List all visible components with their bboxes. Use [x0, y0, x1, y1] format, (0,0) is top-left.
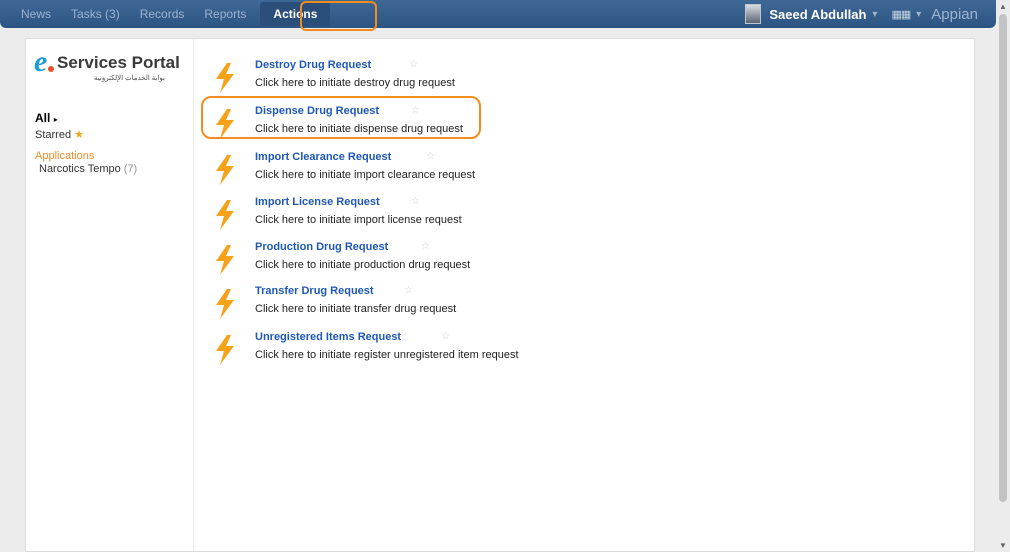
filter-starred[interactable]: Starred ★	[35, 128, 84, 141]
lightning-bolt-icon	[216, 245, 234, 275]
logo-text: Services Portal	[57, 53, 180, 72]
lightning-bolt-icon	[216, 155, 234, 185]
main-nav: News Tasks (3) Records Reports Actions	[0, 0, 331, 28]
scroll-down-icon[interactable]: ▼	[999, 541, 1007, 550]
filter-all[interactable]: All ▸	[35, 111, 58, 125]
scroll-up-icon[interactable]: ▲	[999, 2, 1007, 11]
action-title[interactable]: Destroy Drug Request	[255, 59, 371, 71]
action-description: Click here to initiate import clearance …	[255, 169, 476, 181]
user-name[interactable]: Saeed Abdullah	[769, 7, 866, 22]
action-description: Click here to initiate dispense drug req…	[255, 123, 463, 135]
action-item[interactable]: Destroy Drug Request ☆ Click here to ini…	[204, 59, 524, 99]
user-menu: Saeed Abdullah ▾ ▦▦ ▾ Appian	[745, 0, 996, 28]
sidebar: e Services Portal بوابة الخدمات الإلكترو…	[26, 39, 194, 551]
apps-caret-icon[interactable]: ▾	[916, 9, 921, 20]
services-portal-logo: e Services Portal بوابة الخدمات الإلكترو…	[34, 45, 184, 89]
action-title[interactable]: Transfer Drug Request	[255, 285, 374, 297]
nav-tasks[interactable]: Tasks (3)	[61, 0, 130, 28]
logo-dot-icon	[48, 66, 54, 72]
star-icon: ★	[74, 129, 85, 141]
action-item[interactable]: Import Clearance Request ☆ Click here to…	[204, 151, 524, 191]
filter-all-label: All	[35, 111, 51, 125]
lightning-bolt-icon	[216, 109, 234, 139]
action-item[interactable]: Production Drug Request ☆ Click here to …	[204, 241, 524, 281]
nav-records[interactable]: Records	[130, 0, 195, 28]
nav-news[interactable]: News	[0, 0, 61, 28]
logo-arabic-text: بوابة الخدمات الإلكترونية	[94, 75, 165, 82]
applications-heading: Applications	[35, 150, 95, 162]
action-description: Click here to initiate transfer drug req…	[255, 303, 457, 315]
favorite-star-icon[interactable]: ☆	[441, 331, 450, 342]
appian-logo: Appian	[931, 5, 978, 23]
top-nav-bar: News Tasks (3) Records Reports Actions S…	[0, 0, 996, 28]
action-title[interactable]: Import License Request	[255, 196, 380, 208]
lightning-bolt-icon	[216, 335, 234, 365]
action-item[interactable]: Transfer Drug Request ☆ Click here to in…	[204, 285, 524, 325]
action-title[interactable]: Dispense Drug Request	[255, 105, 379, 117]
page-scrollbar[interactable]: ▲ ▼	[996, 0, 1010, 552]
nav-actions[interactable]: Actions	[260, 2, 331, 26]
logo-e-icon: e	[34, 45, 48, 78]
favorite-star-icon[interactable]: ☆	[426, 151, 435, 162]
lightning-bolt-icon	[216, 63, 234, 93]
app-count: (7)	[123, 163, 138, 175]
action-description: Click here to initiate import license re…	[255, 214, 462, 226]
nav-reports[interactable]: Reports	[194, 0, 256, 28]
action-item[interactable]: Dispense Drug Request ☆ Click here to in…	[204, 105, 524, 145]
favorite-star-icon[interactable]: ☆	[421, 241, 430, 252]
favorite-star-icon[interactable]: ☆	[411, 105, 420, 116]
lightning-bolt-icon	[216, 289, 234, 319]
triangle-right-icon: ▸	[53, 115, 58, 124]
action-item[interactable]: Import License Request ☆ Click here to i…	[204, 196, 524, 236]
lightning-bolt-icon	[216, 200, 234, 230]
action-title[interactable]: Unregistered Items Request	[255, 331, 401, 343]
action-description: Click here to initiate register unregist…	[255, 349, 519, 361]
favorite-star-icon[interactable]: ☆	[411, 196, 420, 207]
favorite-star-icon[interactable]: ☆	[409, 59, 418, 70]
scroll-thumb[interactable]	[999, 14, 1007, 502]
action-description: Click here to initiate destroy drug requ…	[255, 77, 455, 89]
sidebar-item-narcotics-tempo[interactable]: Narcotics Tempo (7)	[39, 163, 137, 175]
main-panel: e Services Portal بوابة الخدمات الإلكترو…	[25, 38, 975, 552]
apps-grid-icon[interactable]: ▦▦	[891, 8, 911, 21]
filter-starred-label: Starred	[35, 129, 72, 141]
user-caret-icon[interactable]: ▾	[872, 9, 877, 20]
action-description: Click here to initiate production drug r…	[255, 259, 471, 271]
app-name: Narcotics Tempo	[39, 163, 121, 175]
action-title[interactable]: Production Drug Request	[255, 241, 388, 253]
action-item[interactable]: Unregistered Items Request ☆ Click here …	[204, 331, 524, 371]
favorite-star-icon[interactable]: ☆	[404, 285, 413, 296]
action-title[interactable]: Import Clearance Request	[255, 151, 391, 163]
avatar[interactable]	[745, 4, 762, 24]
